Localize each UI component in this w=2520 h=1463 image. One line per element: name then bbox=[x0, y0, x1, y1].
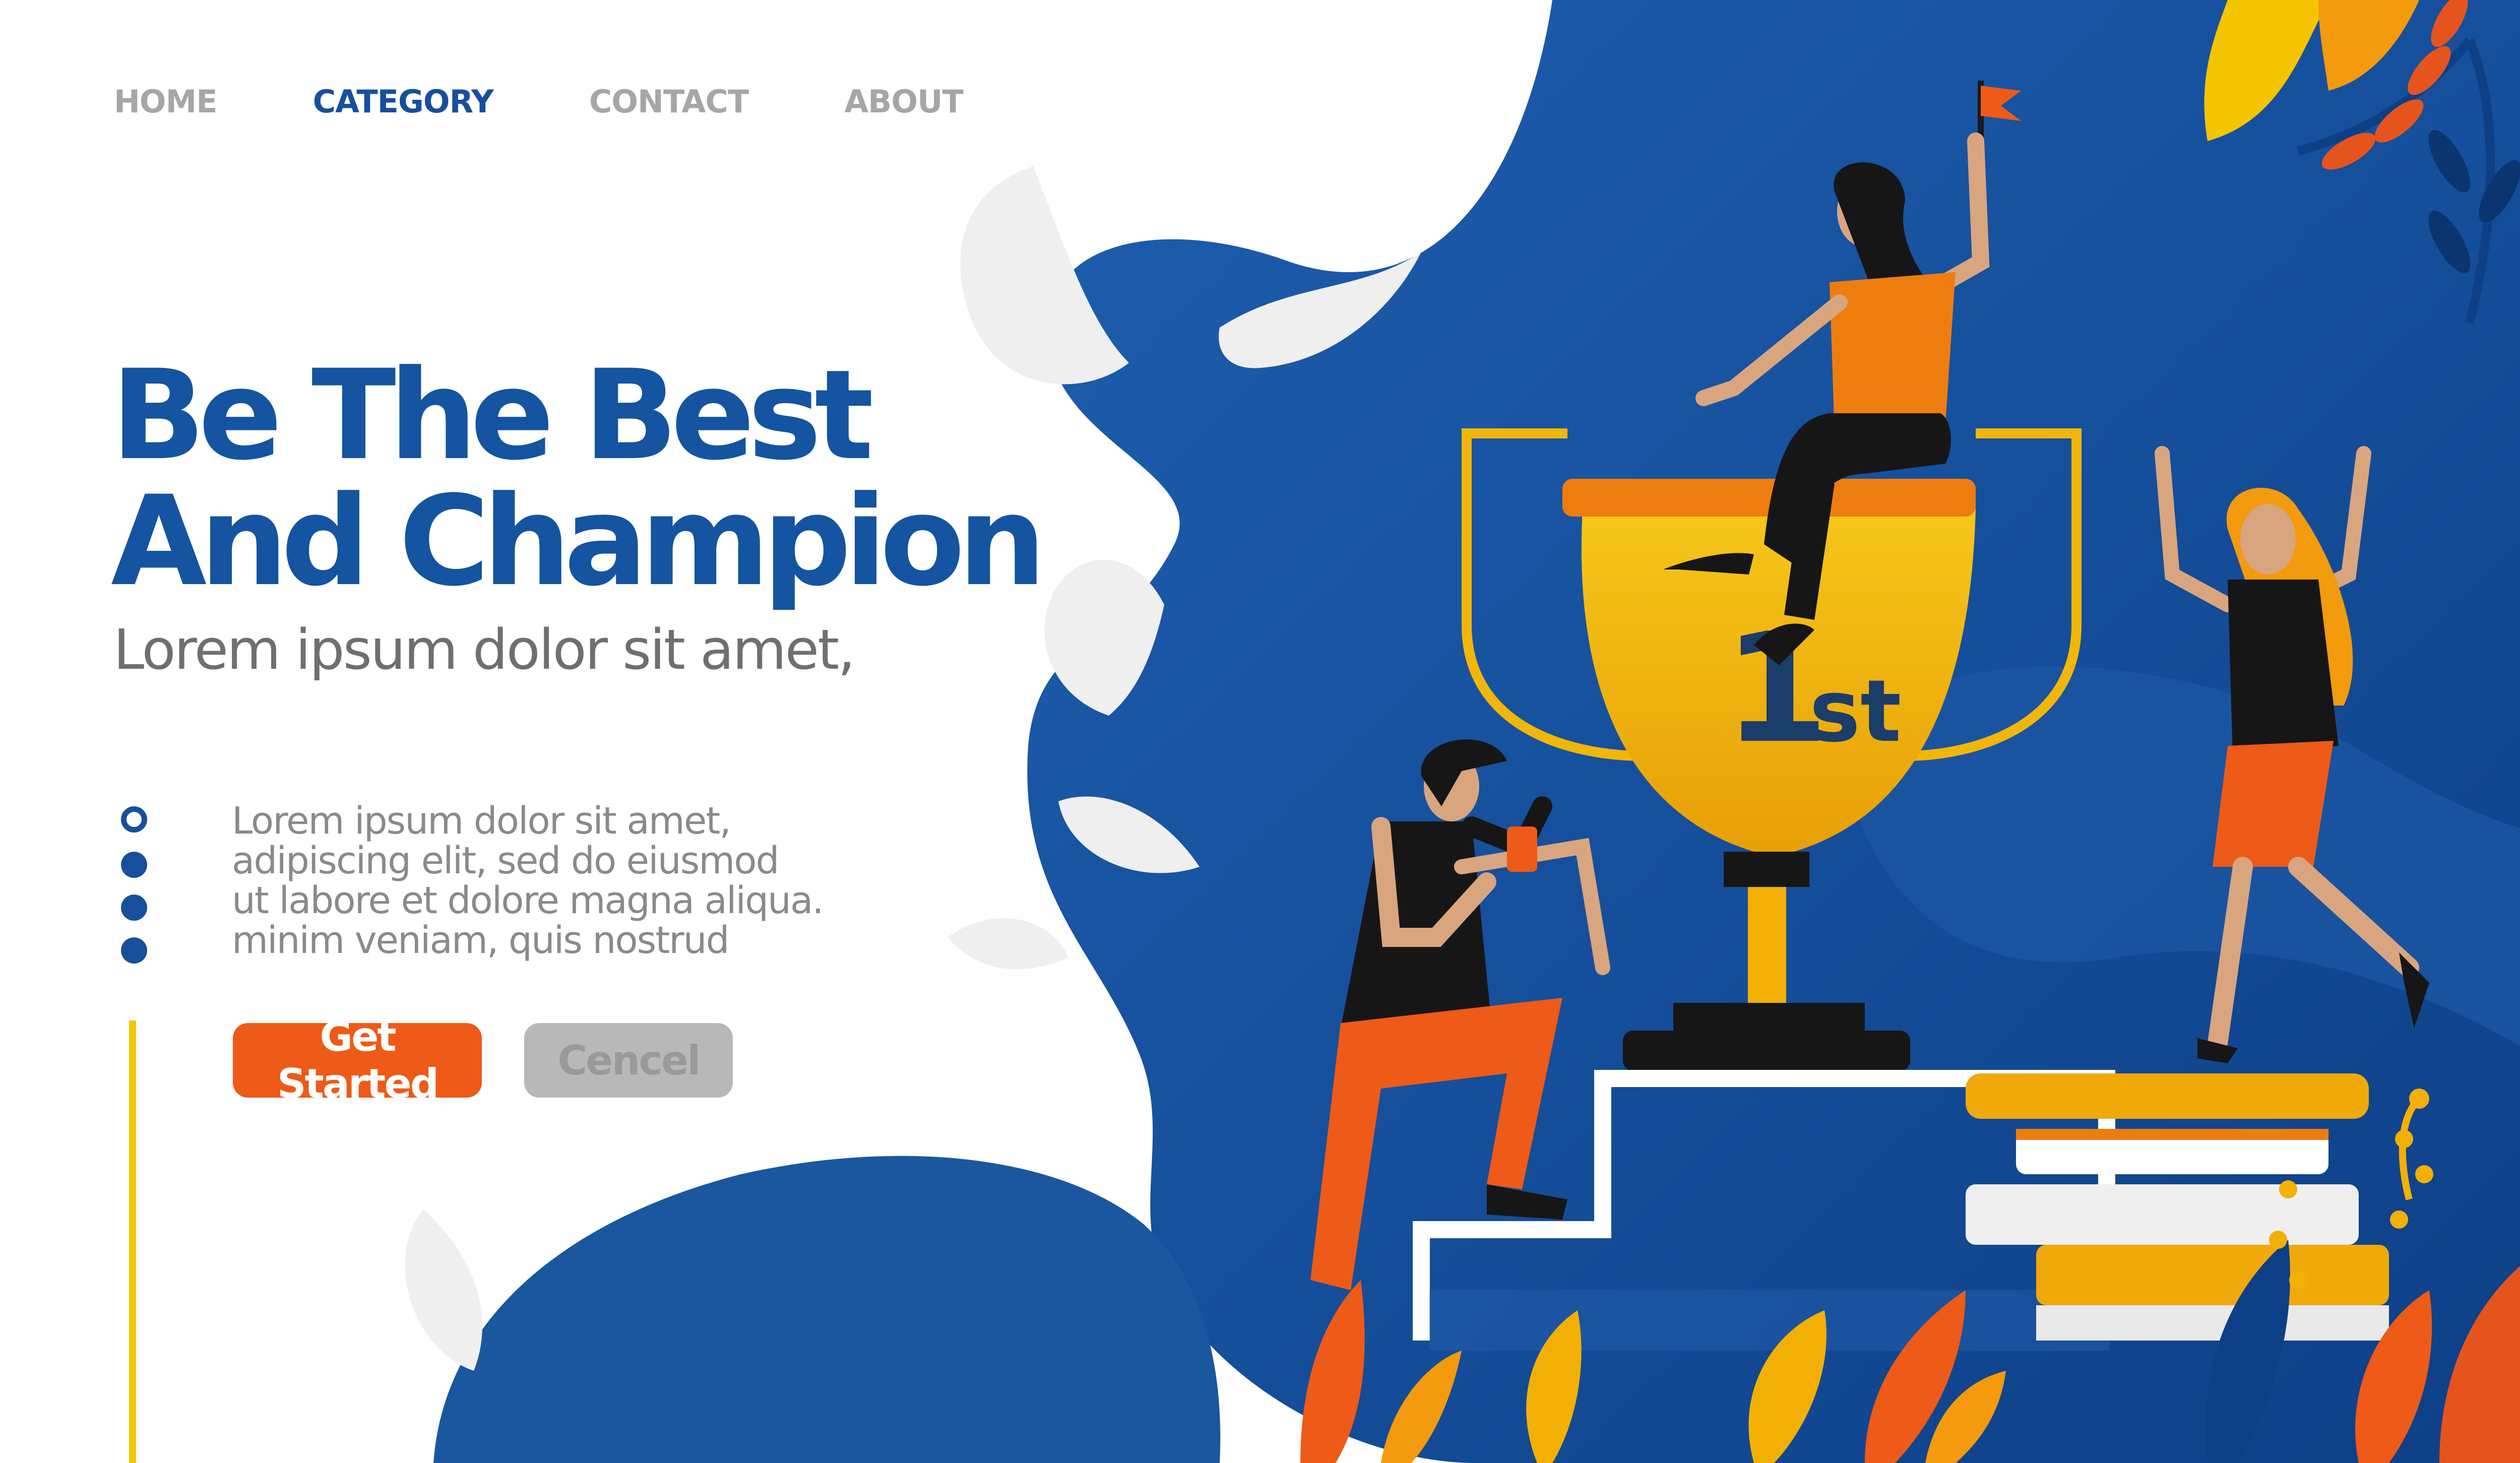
hero-illustration: 1 st bbox=[405, 0, 2520, 1463]
description-line: minim veniam, quis nostrud bbox=[232, 919, 730, 962]
pagination-dot[interactable] bbox=[121, 937, 147, 964]
nav-contact[interactable]: CONTACT bbox=[589, 83, 749, 120]
cancel-button[interactable]: Cencel bbox=[524, 1023, 733, 1098]
page-title: Be The Best And Champion bbox=[111, 344, 1046, 614]
blue-blob-bottom-left bbox=[433, 1156, 1221, 1463]
top-nav: HOME CATEGORY CONTACT ABOUT bbox=[114, 83, 1059, 120]
nav-home[interactable]: HOME bbox=[114, 83, 218, 120]
vertical-accent-line bbox=[129, 1021, 136, 1463]
description-text: Lorem ipsum dolor sit amet, adipiscing e… bbox=[232, 801, 887, 961]
page-title-line-2: And Champion bbox=[111, 470, 1046, 614]
description-line: ut labore et dolore magna aliqua. bbox=[232, 879, 824, 922]
description-line: adipiscing elit, sed do eiusmod bbox=[232, 839, 780, 882]
nav-about[interactable]: ABOUT bbox=[844, 83, 964, 120]
pagination-dot[interactable] bbox=[121, 895, 147, 921]
nav-category[interactable]: CATEGORY bbox=[313, 83, 494, 120]
pagination-dot-active[interactable] bbox=[121, 806, 147, 833]
pagination-dot[interactable] bbox=[121, 852, 147, 878]
description-line: Lorem ipsum dolor sit amet, bbox=[232, 799, 731, 843]
page-subtitle: Lorem ipsum dolor sit amet, bbox=[113, 617, 855, 682]
trophy-label-st: st bbox=[1809, 662, 1901, 761]
get-started-button[interactable]: Get Started bbox=[233, 1013, 482, 1107]
page-title-line-1: Be The Best bbox=[111, 344, 874, 488]
